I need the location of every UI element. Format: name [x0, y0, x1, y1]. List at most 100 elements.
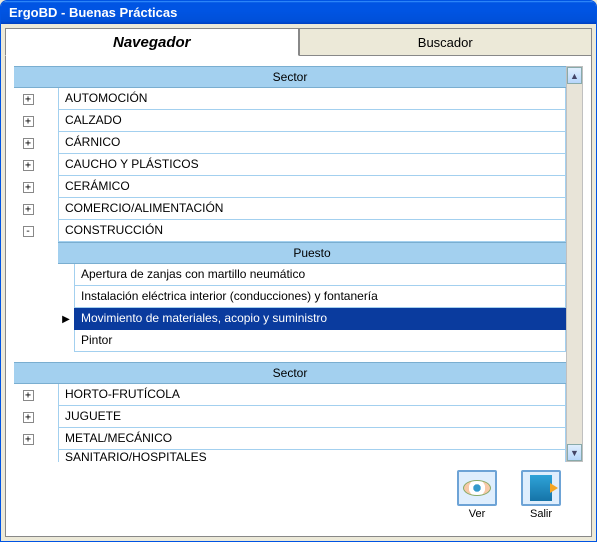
window: ErgoBD - Buenas Prácticas Navegador Busc…	[0, 0, 597, 542]
expand-cell[interactable]: -	[14, 220, 42, 242]
indicator-cell	[42, 428, 58, 450]
window-title: ErgoBD - Buenas Prácticas	[9, 5, 177, 20]
plus-icon[interactable]: +	[23, 204, 34, 215]
indent	[14, 286, 58, 308]
tab-buscador[interactable]: Buscador	[299, 28, 593, 56]
sector-label: CÁRNICO	[58, 132, 566, 154]
indicator-cell	[58, 286, 74, 308]
ver-button[interactable]: Ver	[451, 470, 503, 520]
table-row[interactable]: + CAUCHO Y PLÁSTICOS	[14, 154, 566, 176]
table-row[interactable]: + AUTOMOCIÓN	[14, 88, 566, 110]
list-item[interactable]: ▶ Movimiento de materiales, acopio y sum…	[14, 308, 566, 330]
header-sector-bottom: Sector	[14, 362, 566, 384]
plus-icon[interactable]: +	[23, 390, 34, 401]
chevron-down-icon: ▼	[570, 448, 579, 458]
indicator-cell	[42, 154, 58, 176]
exit-door-icon	[521, 470, 561, 506]
table-row[interactable]: - CONSTRUCCIÓN	[14, 220, 566, 242]
plus-icon[interactable]: +	[23, 412, 34, 423]
puesto-label: Apertura de zanjas con martillo neumátic…	[74, 264, 566, 286]
table-row[interactable]: + HORTO-FRUTÍCOLA	[14, 384, 566, 406]
sector-label: METAL/MECÁNICO	[58, 428, 566, 450]
header-sector-top-label: Sector	[273, 70, 308, 84]
indicator-cell	[42, 384, 58, 406]
sector-label: SANITARIO/HOSPITALES	[58, 450, 566, 462]
indicator-cell	[42, 450, 58, 462]
indicator-cell: ▶	[58, 308, 74, 330]
table-row[interactable]: + CALZADO	[14, 110, 566, 132]
scroll-up-button[interactable]: ▲	[567, 67, 582, 84]
table-row[interactable]: SANITARIO/HOSPITALES	[14, 450, 566, 462]
sector-label: JUGUETE	[58, 406, 566, 428]
expand-cell[interactable]: +	[14, 154, 42, 176]
table-row[interactable]: + CERÁMICO	[14, 176, 566, 198]
table-row[interactable]: + COMERCIO/ALIMENTACIÓN	[14, 198, 566, 220]
plus-icon[interactable]: +	[23, 94, 34, 105]
sector-label: HORTO-FRUTÍCOLA	[58, 384, 566, 406]
button-bar: Ver Salir	[14, 462, 583, 530]
indicator-cell	[42, 198, 58, 220]
plus-icon[interactable]: +	[23, 182, 34, 193]
plus-icon[interactable]: +	[23, 138, 34, 149]
puesto-label: Movimiento de materiales, acopio y sumin…	[74, 308, 566, 330]
expand-cell[interactable]: +	[14, 428, 42, 450]
expand-cell[interactable]: +	[14, 88, 42, 110]
salir-label: Salir	[530, 508, 552, 520]
indicator-cell	[42, 176, 58, 198]
indicator-cell	[42, 88, 58, 110]
puesto-label: Pintor	[74, 330, 566, 352]
sector-label: COMERCIO/ALIMENTACIÓN	[58, 198, 566, 220]
sector-label: CAUCHO Y PLÁSTICOS	[58, 154, 566, 176]
expand-cell[interactable]: +	[14, 198, 42, 220]
indicator-cell	[42, 220, 58, 242]
tab-body: Sector + AUTOMOCIÓN + CALZADO + C	[5, 56, 592, 537]
scroll-track[interactable]	[567, 84, 582, 444]
tab-navegador[interactable]: Navegador	[5, 28, 299, 56]
ver-label: Ver	[469, 508, 486, 520]
indicator-cell	[42, 132, 58, 154]
salir-button[interactable]: Salir	[515, 470, 567, 520]
indicator-cell	[58, 264, 74, 286]
tree[interactable]: Sector + AUTOMOCIÓN + CALZADO + C	[14, 66, 566, 462]
expand-cell[interactable]: +	[14, 176, 42, 198]
puesto-label: Instalación eléctrica interior (conducci…	[74, 286, 566, 308]
sector-label: AUTOMOCIÓN	[58, 88, 566, 110]
sector-label: CERÁMICO	[58, 176, 566, 198]
plus-icon[interactable]: +	[23, 116, 34, 127]
list-item[interactable]: Apertura de zanjas con martillo neumátic…	[14, 264, 566, 286]
chevron-up-icon: ▲	[570, 71, 579, 81]
indent	[14, 308, 58, 330]
tabstrip: Navegador Buscador	[5, 28, 592, 56]
expand-cell[interactable]: +	[14, 406, 42, 428]
indicator-cell	[42, 406, 58, 428]
list-item[interactable]: Pintor	[14, 330, 566, 352]
indent	[14, 264, 58, 286]
scrollbar[interactable]: ▲ ▼	[566, 66, 583, 462]
tree-wrap: Sector + AUTOMOCIÓN + CALZADO + C	[14, 66, 583, 462]
indicator-cell	[42, 110, 58, 132]
expand-cell[interactable]: +	[14, 132, 42, 154]
minus-icon[interactable]: -	[23, 226, 34, 237]
sector-label: CONSTRUCCIÓN	[58, 220, 566, 242]
tab-buscador-label: Buscador	[418, 35, 473, 50]
header-sector-bottom-label: Sector	[273, 366, 308, 380]
plus-icon[interactable]: +	[23, 434, 34, 445]
table-row[interactable]: + CÁRNICO	[14, 132, 566, 154]
titlebar: ErgoBD - Buenas Prácticas	[1, 1, 596, 24]
scroll-down-button[interactable]: ▼	[567, 444, 582, 461]
table-row[interactable]: + JUGUETE	[14, 406, 566, 428]
header-puesto: Puesto	[58, 242, 566, 264]
eye-icon	[457, 470, 497, 506]
expand-cell[interactable]: +	[14, 110, 42, 132]
table-row[interactable]: + METAL/MECÁNICO	[14, 428, 566, 450]
header-sector-top: Sector	[14, 66, 566, 88]
current-row-arrow-icon: ▶	[62, 314, 70, 325]
tab-navegador-label: Navegador	[113, 34, 191, 51]
list-item[interactable]: Instalación eléctrica interior (conducci…	[14, 286, 566, 308]
sector-label: CALZADO	[58, 110, 566, 132]
indicator-cell	[58, 330, 74, 352]
plus-icon[interactable]: +	[23, 160, 34, 171]
header-puesto-label: Puesto	[293, 246, 330, 260]
expand-cell[interactable]: +	[14, 384, 42, 406]
content-area: Navegador Buscador Sector + AUTOMOCIÓN +…	[5, 28, 592, 537]
